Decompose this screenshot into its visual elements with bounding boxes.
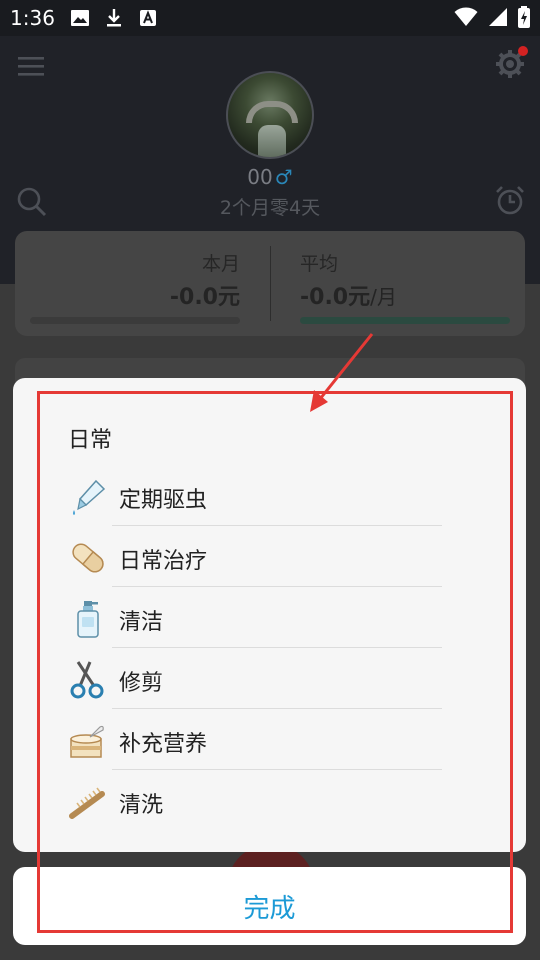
menu-icon[interactable] xyxy=(16,54,46,78)
section-title: 日常 xyxy=(68,428,113,453)
average-label: 平均 xyxy=(300,253,339,275)
category-item-treatment[interactable]: 日常治疗 xyxy=(68,526,443,587)
shampoo-bottle-icon xyxy=(77,601,99,638)
category-item-cleaning[interactable]: 清洁 xyxy=(68,587,443,648)
category-label: 清洗 xyxy=(119,793,164,818)
category-item-deworming[interactable]: 定期驱虫 xyxy=(68,465,443,526)
brush-icon xyxy=(69,787,105,819)
category-item-trimming[interactable]: 修剪 xyxy=(68,648,443,709)
this-month-label: 本月 xyxy=(201,253,240,275)
notification-dot xyxy=(518,46,528,56)
done-button[interactable]: 完成 xyxy=(13,867,526,945)
average-unit: /月 xyxy=(370,285,397,309)
category-label: 补充营养 xyxy=(119,732,208,757)
average-amount: -0.0元 xyxy=(300,285,371,310)
category-bottom-sheet: 日常 定期驱虫 日常治疗 清洁 修剪 补充营养 清洗 xyxy=(13,378,526,852)
category-label: 修剪 xyxy=(119,671,164,696)
category-label: 清洁 xyxy=(119,610,164,635)
search-icon[interactable] xyxy=(16,186,48,218)
food-can-icon xyxy=(70,725,104,758)
battery-charging-icon xyxy=(518,6,530,28)
average-bar xyxy=(300,317,510,324)
status-time: 1:36 xyxy=(10,6,55,30)
wifi-icon xyxy=(454,7,478,26)
category-item-nutrition[interactable]: 补充营养 xyxy=(68,709,443,770)
pet-name-text: 00 xyxy=(247,165,273,189)
category-item-washing[interactable]: 清洗 xyxy=(68,770,443,831)
status-bar: 1:36 xyxy=(0,0,540,36)
alarm-clock-icon[interactable] xyxy=(494,184,526,216)
dropper-icon xyxy=(73,479,106,515)
image-icon xyxy=(71,10,89,26)
category-label: 日常治疗 xyxy=(119,549,208,574)
pet-name: 00 ♂ xyxy=(0,165,540,189)
font-app-icon xyxy=(140,10,156,26)
stats-card: 本月 -0.0元 平均 -0.0元/月 xyxy=(15,231,525,336)
this-month-stat: 本月 -0.0元 xyxy=(15,231,270,336)
signal-icon xyxy=(489,8,507,26)
category-label: 定期驱虫 xyxy=(119,488,208,513)
this-month-bar xyxy=(30,317,240,324)
average-stat: 平均 -0.0元/月 xyxy=(270,231,525,336)
pill-icon xyxy=(72,543,104,573)
male-gender-icon: ♂ xyxy=(274,165,293,189)
pet-avatar[interactable] xyxy=(226,71,314,159)
average-value: -0.0元/月 xyxy=(300,279,397,311)
pet-age: 2个月零4天 xyxy=(219,197,321,219)
notification-icons xyxy=(70,8,158,28)
scissors-icon xyxy=(70,661,104,699)
download-icon xyxy=(107,9,121,27)
system-status-icons xyxy=(454,6,530,28)
this-month-value: -0.0元 xyxy=(169,285,240,310)
